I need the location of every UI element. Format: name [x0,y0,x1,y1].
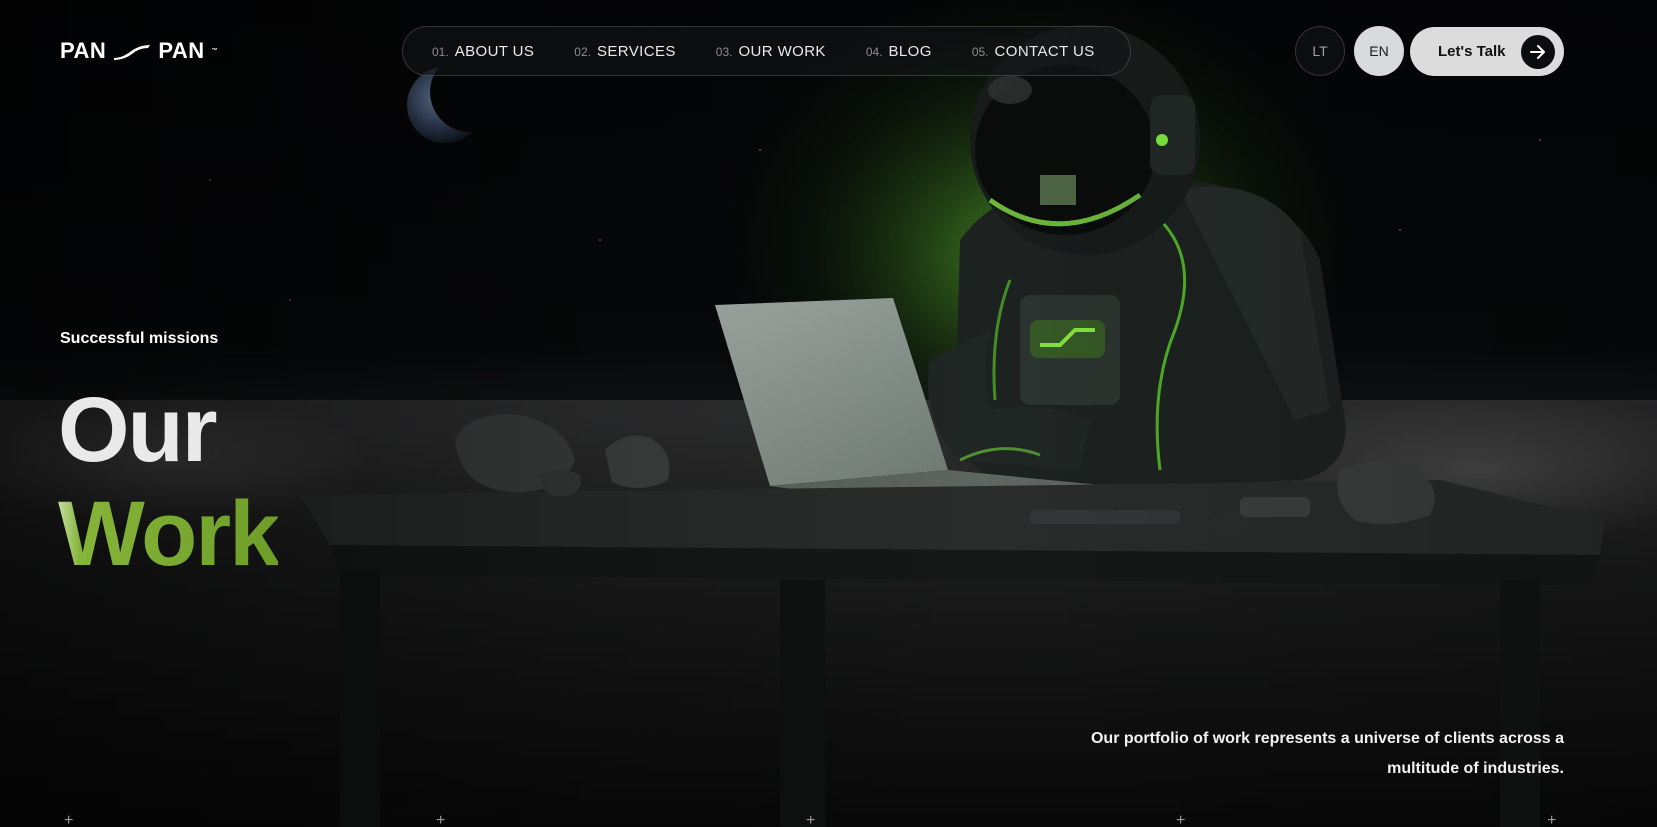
nav-item-services[interactable]: 02. SERVICES [574,43,675,60]
nav-item-label: BLOG [888,42,932,60]
arrow-right-icon [1521,35,1555,69]
nav-item-blog[interactable]: 04. BLOG [866,43,932,60]
nav-item-number: 03. [715,44,733,59]
language-lt-button[interactable]: LT [1295,26,1345,76]
nav-item-label: SERVICES [596,42,676,60]
main-navigation: 01. ABOUT US 02. SERVICES 03. OUR WORK 0… [402,26,1131,76]
nav-item-our-work[interactable]: 03. OUR WORK [716,43,826,60]
site-header: PAN PAN ™ 01. ABOUT US 02. SERVICES 03. … [0,0,1657,100]
language-en-button[interactable]: EN [1354,26,1404,76]
plus-icon: + [1547,812,1557,827]
plus-icon: + [806,812,816,827]
page-title: Our Work [58,378,280,586]
page-title-line-1: Our [58,379,218,481]
nav-item-contact-us[interactable]: 05. CONTACT US [972,43,1095,60]
nav-item-number: 05. [971,44,989,59]
logo-text-right: PAN [158,38,205,63]
nav-item-label: CONTACT US [994,42,1095,60]
hero-eyebrow: Successful missions [60,330,219,347]
nav-item-about-us[interactable]: 01. ABOUT US [432,43,534,60]
trademark-symbol: ™ [211,48,219,54]
lets-talk-label: Let's Talk [1438,43,1506,60]
plus-icon: + [64,812,74,827]
nav-item-number: 04. [865,44,883,59]
nav-item-label: OUR WORK [738,42,826,60]
plus-icon: + [1176,812,1186,827]
nav-item-number: 01. [432,44,449,59]
logo-swoosh-icon [114,45,151,60]
nav-item-number: 02. [574,44,591,59]
plus-icon: + [436,812,446,827]
page-title-line-2: Work [58,483,280,585]
pan-pan-logo[interactable]: PAN PAN ™ [60,38,218,64]
nav-item-label: ABOUT US [454,42,535,60]
logo-text-left: PAN [60,38,107,63]
lets-talk-button[interactable]: Let's Talk [1410,27,1564,76]
hero-description: Our portfolio of work represents a unive… [1090,730,1564,777]
